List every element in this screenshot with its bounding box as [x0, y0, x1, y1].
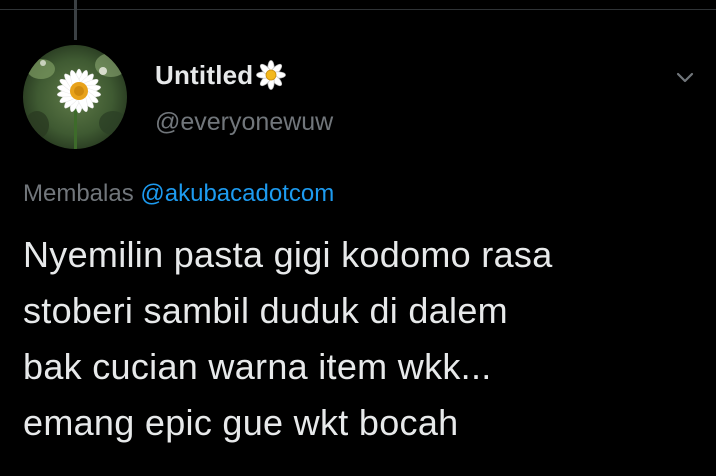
tweet-text-line: stoberi sambil duduk di dalem: [23, 290, 508, 331]
display-name[interactable]: Untitled: [155, 60, 253, 91]
reply-prefix: Membalas: [23, 180, 134, 207]
thread-connector-line: [74, 0, 77, 40]
tweet-text-line: Nyemilin pasta gigi kodomo rasa: [23, 234, 553, 275]
tweet-text-line: emang epic gue wkt bocah: [23, 402, 459, 443]
more-options-button[interactable]: [668, 60, 702, 94]
chevron-down-icon: [676, 72, 694, 83]
author-handle[interactable]: @everyonewuw: [155, 108, 333, 137]
avatar[interactable]: [23, 45, 127, 149]
author-name-row[interactable]: Untitled: [155, 58, 287, 92]
reply-mention-link[interactable]: @akubacadotcom: [140, 180, 334, 207]
tweet-text-line: bak cucian warna item wkk...: [23, 346, 492, 387]
top-divider: [0, 9, 716, 10]
daisy-flower-icon: [255, 59, 287, 91]
reply-context: Membalas @akubacadotcom: [23, 180, 334, 208]
tweet-text: Nyemilin pasta gigi kodomo rasa stoberi …: [23, 227, 703, 451]
